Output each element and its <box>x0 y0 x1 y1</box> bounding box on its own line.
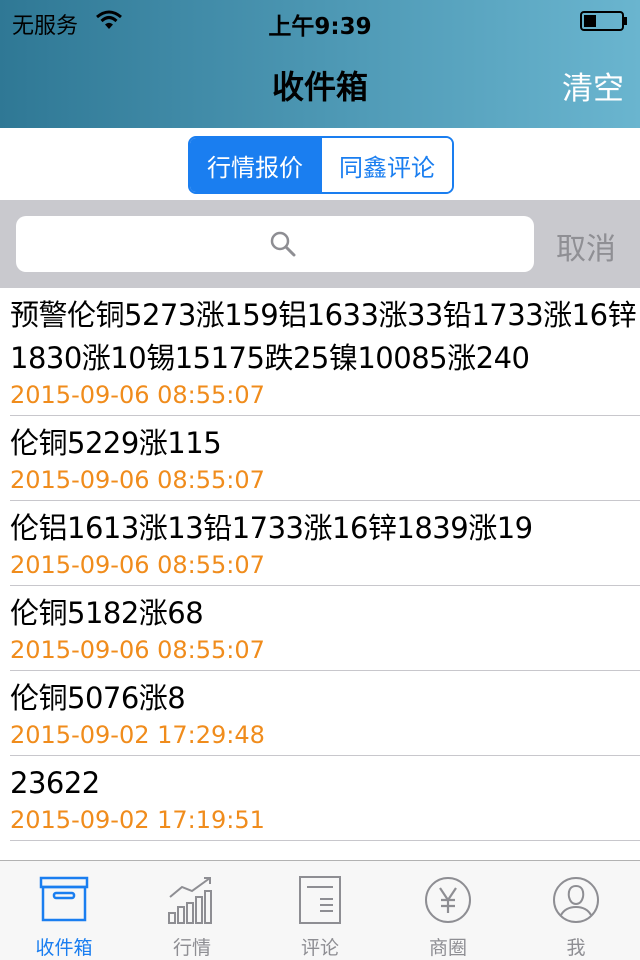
search-bar: 取消 <box>0 200 640 288</box>
tab-comments-label: 评论 <box>300 937 339 959</box>
tab-market-label: 行情 <box>172 937 211 959</box>
status-bar: 无服务 上午9:39 <box>0 0 640 40</box>
tab-me-label: 我 <box>566 937 586 959</box>
tab-business-label: 商圈 <box>428 937 467 959</box>
message-time: 2015-09-02 17:29:48 <box>10 721 265 749</box>
message-list: 预警伦铜5273涨159铝1633涨33铅1733涨16锌1830涨10锡151… <box>0 288 640 860</box>
search-icon <box>270 231 296 257</box>
list-item[interactable]: 23622 2015-09-02 17:19:51 <box>0 756 640 841</box>
message-time: 2015-09-06 08:55:07 <box>10 636 265 664</box>
market-chart-icon <box>168 877 212 924</box>
message-text: 伦铜5182涨68 <box>10 596 204 630</box>
page-title: 收件箱 <box>271 68 368 106</box>
navigation-header: 无服务 上午9:39 收件箱 清空 <box>0 0 640 128</box>
tab-inbox-label: 收件箱 <box>35 937 93 959</box>
message-text: 伦铜5229涨115 <box>10 426 222 460</box>
list-item[interactable]: 伦铜5182涨68 2015-09-06 08:55:07 <box>0 586 640 671</box>
message-time: 2015-09-06 08:55:07 <box>10 551 265 579</box>
message-text: 预警伦铜5273涨159铝1633涨33铅1733涨16锌1830涨10锡151… <box>10 298 637 375</box>
message-text: 伦铜5076涨8 <box>10 681 186 715</box>
battery-icon <box>580 11 627 31</box>
tab-business[interactable]: 商圈 <box>384 861 512 960</box>
clear-button[interactable]: 清空 <box>562 63 624 108</box>
tab-comments[interactable]: 评论 <box>256 861 384 960</box>
tab-market[interactable]: 行情 <box>128 861 256 960</box>
segment-comments[interactable]: 同鑫评论 <box>320 138 452 192</box>
segmented-control: 行情报价 同鑫评论 <box>188 136 454 194</box>
search-input[interactable] <box>16 216 534 272</box>
message-time: 2015-09-06 08:55:07 <box>10 466 265 494</box>
segment-bar: 行情报价 同鑫评论 <box>0 128 640 200</box>
message-text: 伦铝1613涨13铅1733涨16锌1839涨19 <box>10 511 533 545</box>
cancel-button[interactable]: 取消 <box>556 224 616 268</box>
list-item[interactable]: 伦铜5076涨8 2015-09-02 17:29:48 <box>0 671 640 756</box>
segment-quotes[interactable]: 行情报价 <box>190 138 320 192</box>
tab-bar: 收件箱 行情 评论 商圈 我 <box>0 860 640 960</box>
inbox-box-icon <box>39 876 89 922</box>
document-icon <box>299 876 341 924</box>
message-time: 2015-09-06 08:55:07 <box>10 381 265 409</box>
person-icon <box>553 877 599 923</box>
message-text: 23622 <box>10 766 100 800</box>
list-item[interactable]: 预警伦铜5273涨159铝1633涨33铅1733涨16锌1830涨10锡151… <box>0 288 640 416</box>
yen-coin-icon <box>425 877 471 923</box>
list-item[interactable]: 伦铝1613涨13铅1733涨16锌1839涨19 2015-09-06 08:… <box>0 501 640 586</box>
status-time: 上午9:39 <box>268 14 372 40</box>
tab-me[interactable]: 我 <box>512 861 640 960</box>
message-time: 2015-09-02 17:19:51 <box>10 806 265 834</box>
list-item[interactable]: 伦铜5229涨115 2015-09-06 08:55:07 <box>0 416 640 501</box>
tab-inbox[interactable]: 收件箱 <box>0 861 128 960</box>
